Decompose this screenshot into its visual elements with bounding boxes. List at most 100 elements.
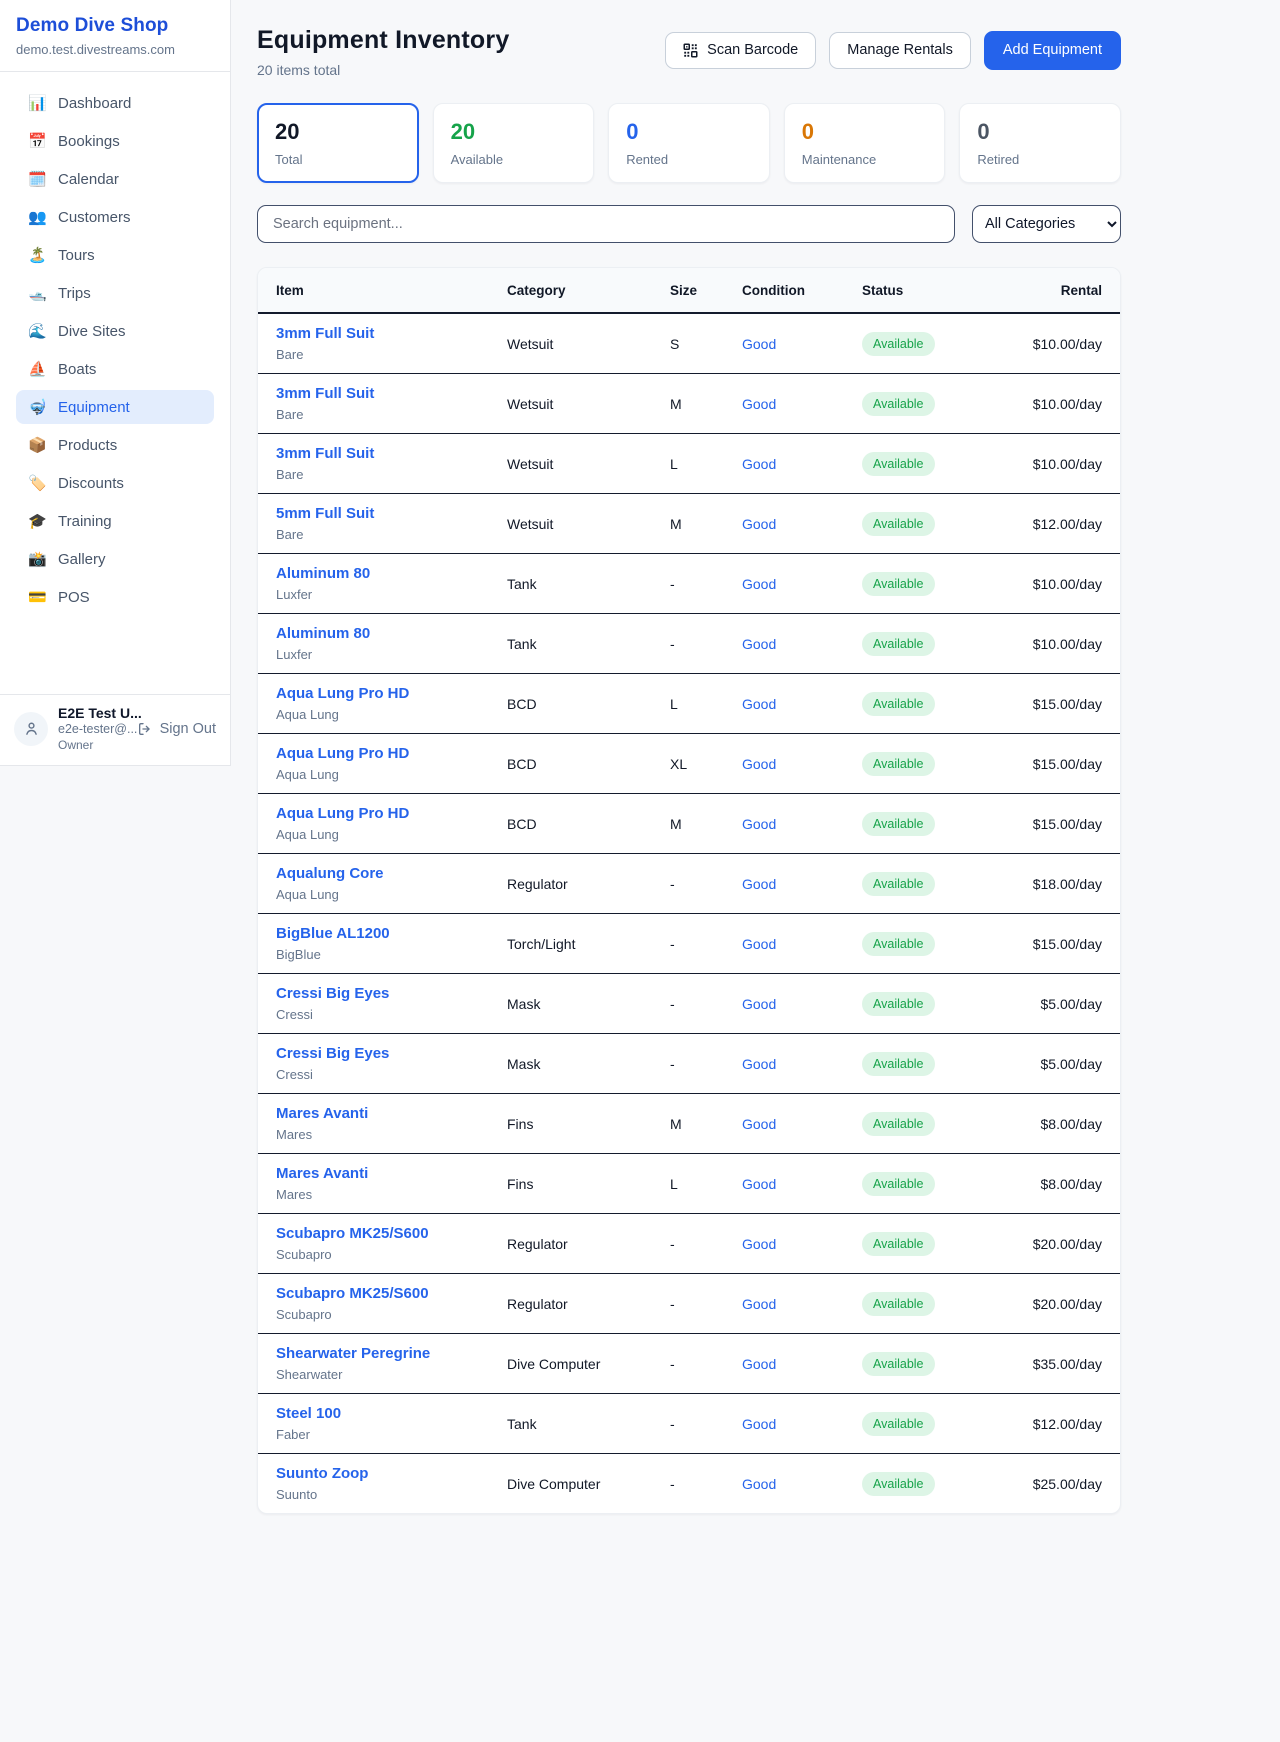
item-link[interactable]: Aluminum 80	[276, 625, 503, 642]
stat-card-rented[interactable]: 0Rented	[608, 103, 770, 183]
sidebar-item-discounts[interactable]: 🏷️Discounts	[16, 466, 214, 500]
sidebar-item-gallery[interactable]: 📸Gallery	[16, 542, 214, 576]
column-header-item: Item	[258, 268, 507, 313]
item-link[interactable]: Scubapro MK25/S600	[276, 1285, 503, 1302]
item-link[interactable]: Aqua Lung Pro HD	[276, 745, 503, 762]
category-select[interactable]: All Categories	[972, 205, 1121, 243]
add-equipment-button[interactable]: Add Equipment	[984, 31, 1121, 70]
sidebar-item-training[interactable]: 🎓Training	[16, 504, 214, 538]
cell-rental: $15.00/day	[1012, 674, 1120, 734]
sidebar-item-products[interactable]: 📦Products	[16, 428, 214, 462]
cell-size: M	[670, 494, 742, 554]
condition-link[interactable]: Good	[742, 876, 776, 892]
item-link[interactable]: 3mm Full Suit	[276, 445, 503, 462]
condition-link[interactable]: Good	[742, 1056, 776, 1072]
item-link[interactable]: Mares Avanti	[276, 1105, 503, 1122]
sidebar-item-label: Bookings	[58, 133, 120, 150]
cell-rental: $18.00/day	[1012, 854, 1120, 914]
scan-barcode-button[interactable]: Scan Barcode	[665, 32, 816, 69]
cell-size: L	[670, 1154, 742, 1214]
status-badge: Available	[862, 1172, 935, 1196]
condition-link[interactable]: Good	[742, 396, 776, 412]
manage-rentals-button[interactable]: Manage Rentals	[829, 32, 971, 69]
item-link[interactable]: BigBlue AL1200	[276, 925, 503, 942]
cell-size: M	[670, 794, 742, 854]
cell-category: Wetsuit	[507, 313, 670, 374]
item-link[interactable]: Aqualung Core	[276, 865, 503, 882]
sign-out-button[interactable]: Sign Out	[137, 721, 216, 737]
item-link[interactable]: Scubapro MK25/S600	[276, 1225, 503, 1242]
condition-link[interactable]: Good	[742, 996, 776, 1012]
sidebar-item-trips[interactable]: 🛥️Trips	[16, 276, 214, 310]
bar-chart-icon: 📊	[28, 94, 46, 112]
sidebar-item-equipment[interactable]: 🤿Equipment	[16, 390, 214, 424]
condition-link[interactable]: Good	[742, 1176, 776, 1192]
condition-link[interactable]: Good	[742, 1476, 776, 1492]
condition-link[interactable]: Good	[742, 696, 776, 712]
condition-link[interactable]: Good	[742, 1116, 776, 1132]
equipment-table-card: Item Category Size Condition Status Rent…	[257, 267, 1121, 1514]
item-link[interactable]: Aluminum 80	[276, 565, 503, 582]
item-link[interactable]: 5mm Full Suit	[276, 505, 503, 522]
item-link[interactable]: Aqua Lung Pro HD	[276, 805, 503, 822]
table-row: 3mm Full SuitBareWetsuitSGoodAvailable$1…	[258, 313, 1120, 374]
cell-rental: $10.00/day	[1012, 434, 1120, 494]
sidebar-item-dashboard[interactable]: 📊Dashboard	[16, 86, 214, 120]
item-link[interactable]: Mares Avanti	[276, 1165, 503, 1182]
condition-link[interactable]: Good	[742, 1416, 776, 1432]
status-badge: Available	[862, 872, 935, 896]
cell-size: L	[670, 434, 742, 494]
sidebar-item-pos[interactable]: 💳POS	[16, 580, 214, 614]
table-row: Shearwater PeregrineShearwaterDive Compu…	[258, 1334, 1120, 1394]
item-brand: Faber	[276, 1427, 503, 1442]
item-link[interactable]: 3mm Full Suit	[276, 325, 503, 342]
sidebar-item-label: Gallery	[58, 551, 106, 568]
item-link[interactable]: Aqua Lung Pro HD	[276, 685, 503, 702]
sidebar-item-dive-sites[interactable]: 🌊Dive Sites	[16, 314, 214, 348]
item-link[interactable]: 3mm Full Suit	[276, 385, 503, 402]
stat-card-retired[interactable]: 0Retired	[959, 103, 1121, 183]
status-badge: Available	[862, 452, 935, 476]
table-row: Cressi Big EyesCressiMask-GoodAvailable$…	[258, 974, 1120, 1034]
stat-label: Available	[451, 152, 577, 167]
table-row: Aluminum 80LuxferTank-GoodAvailable$10.0…	[258, 614, 1120, 674]
condition-link[interactable]: Good	[742, 636, 776, 652]
column-header-rental: Rental	[1012, 268, 1120, 313]
status-badge: Available	[862, 1472, 935, 1496]
item-link[interactable]: Cressi Big Eyes	[276, 1045, 503, 1062]
cell-category: Regulator	[507, 854, 670, 914]
sidebar-item-tours[interactable]: 🏝️Tours	[16, 238, 214, 272]
condition-link[interactable]: Good	[742, 1356, 776, 1372]
condition-link[interactable]: Good	[742, 456, 776, 472]
cell-rental: $8.00/day	[1012, 1094, 1120, 1154]
cell-size: XL	[670, 734, 742, 794]
condition-link[interactable]: Good	[742, 1296, 776, 1312]
cell-category: Torch/Light	[507, 914, 670, 974]
status-badge: Available	[862, 1412, 935, 1436]
condition-link[interactable]: Good	[742, 576, 776, 592]
search-input[interactable]	[257, 205, 955, 243]
condition-link[interactable]: Good	[742, 756, 776, 772]
condition-link[interactable]: Good	[742, 336, 776, 352]
sidebar-item-calendar[interactable]: 🗓️Calendar	[16, 162, 214, 196]
condition-link[interactable]: Good	[742, 936, 776, 952]
item-link[interactable]: Cressi Big Eyes	[276, 985, 503, 1002]
item-link[interactable]: Steel 100	[276, 1405, 503, 1422]
table-row: 3mm Full SuitBareWetsuitLGoodAvailable$1…	[258, 434, 1120, 494]
stat-card-available[interactable]: 20Available	[433, 103, 595, 183]
condition-link[interactable]: Good	[742, 516, 776, 532]
sidebar-item-boats[interactable]: ⛵Boats	[16, 352, 214, 386]
sidebar-item-bookings[interactable]: 📅Bookings	[16, 124, 214, 158]
stat-value: 20	[275, 119, 401, 145]
stat-card-total[interactable]: 20Total	[257, 103, 419, 183]
item-link[interactable]: Suunto Zoop	[276, 1465, 503, 1482]
condition-link[interactable]: Good	[742, 1236, 776, 1252]
sidebar-nav: 📊Dashboard 📅Bookings 🗓️Calendar 👥Customers 🏝…	[0, 72, 230, 694]
condition-link[interactable]: Good	[742, 816, 776, 832]
table-row: Aluminum 80LuxferTank-GoodAvailable$10.0…	[258, 554, 1120, 614]
stat-card-maintenance[interactable]: 0Maintenance	[784, 103, 946, 183]
item-link[interactable]: Shearwater Peregrine	[276, 1345, 503, 1362]
user-name: E2E Test U...	[58, 705, 127, 723]
sidebar-item-customers[interactable]: 👥Customers	[16, 200, 214, 234]
diving-mask-icon: 🤿	[28, 398, 46, 416]
